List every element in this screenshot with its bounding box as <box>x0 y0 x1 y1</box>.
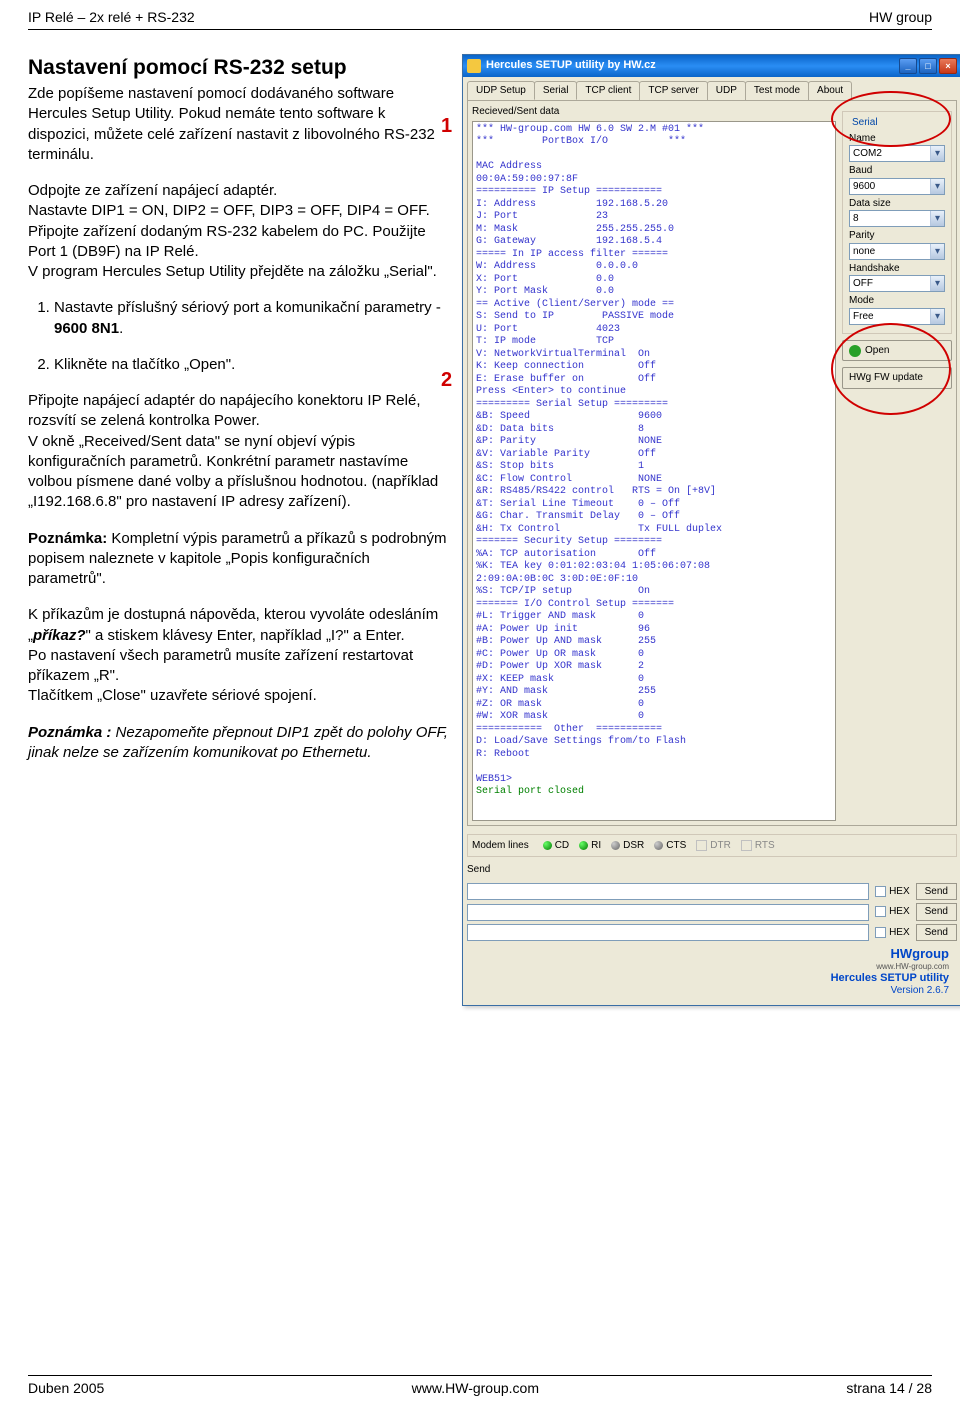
intro-paragraph: Zde popíšeme nastavení pomocí dodávaného… <box>28 84 448 165</box>
window-title: Hercules SETUP utility by HW.cz <box>486 58 656 73</box>
data-size-combo[interactable]: 8▾ <box>849 210 945 227</box>
p3: Připojte napájecí adaptér do napájecího … <box>28 391 448 513</box>
tab-tcp-server[interactable]: TCP server <box>639 81 707 101</box>
send-label: Send <box>467 863 957 877</box>
mode-label: Mode <box>849 294 945 308</box>
tab-serial[interactable]: Serial <box>534 81 578 101</box>
setup-paragraph: Odpojte ze zařízení napájecí adaptér. Na… <box>28 181 448 282</box>
modem-lines-group: Modem lines CD RI DSR CTS DTR RTS <box>467 834 957 858</box>
chevron-down-icon: ▾ <box>930 146 944 161</box>
chevron-down-icon: ▾ <box>930 276 944 291</box>
header-right: HW group <box>869 8 932 27</box>
tab-about[interactable]: About <box>808 81 852 101</box>
port-name-combo[interactable]: COM2▾ <box>849 145 945 162</box>
hercules-window: 1 2 Hercules SETUP utility by HW.cz _ □ … <box>462 54 960 1006</box>
hex-checkbox-2[interactable]: HEX <box>875 905 910 919</box>
hex-checkbox-1[interactable]: HEX <box>875 885 910 899</box>
tab-udp-setup[interactable]: UDP Setup <box>467 81 535 101</box>
parity-combo[interactable]: none▾ <box>849 243 945 260</box>
send-button-2[interactable]: Send <box>916 903 957 921</box>
footer-left: Duben 2005 <box>28 1379 104 1398</box>
parity-label: Parity <box>849 229 945 243</box>
tab-test-mode[interactable]: Test mode <box>745 81 809 101</box>
name-label: Name <box>849 132 945 146</box>
note-1: Poznámka: Kompletní výpis parametrů a př… <box>28 529 448 590</box>
led-cd: CD <box>543 839 569 853</box>
led-dsr: DSR <box>611 839 644 853</box>
send-button-1[interactable]: Send <box>916 883 957 901</box>
rts-checkbox[interactable]: RTS <box>741 839 775 853</box>
chevron-down-icon: ▾ <box>930 211 944 226</box>
send-button-3[interactable]: Send <box>916 924 957 942</box>
modem-lines-label: Modem lines <box>472 839 529 853</box>
app-icon <box>467 59 481 73</box>
maximize-button[interactable]: □ <box>919 58 937 74</box>
callout-1: 1 <box>441 113 452 140</box>
step-2: Klikněte na tlačítko „Open". <box>54 355 448 375</box>
handshake-label: Handshake <box>849 262 945 276</box>
received-sent-label: Recieved/Sent data <box>472 105 836 119</box>
chevron-down-icon: ▾ <box>930 244 944 259</box>
help-paragraph: K příkazům je dostupná nápověda, kterou … <box>28 605 448 706</box>
baud-combo[interactable]: 9600▾ <box>849 178 945 195</box>
handshake-combo[interactable]: OFF▾ <box>849 275 945 292</box>
terminal-output[interactable]: *** HW-group.com HW 6.0 SW 2.M #01 *** *… <box>472 121 836 821</box>
connect-icon <box>849 345 861 357</box>
dtr-checkbox[interactable]: DTR <box>696 839 731 853</box>
baud-label: Baud <box>849 164 945 178</box>
send-input-2[interactable] <box>467 904 869 921</box>
fw-update-button[interactable]: HWg FW update <box>842 367 952 389</box>
hex-checkbox-3[interactable]: HEX <box>875 926 910 940</box>
footer-center: www.HW-group.com <box>412 1379 539 1398</box>
tab-udp[interactable]: UDP <box>707 81 746 101</box>
open-button[interactable]: Open <box>842 340 952 362</box>
minimize-button[interactable]: _ <box>899 58 917 74</box>
header-left: IP Relé – 2x relé + RS-232 <box>28 8 195 27</box>
led-ri: RI <box>579 839 601 853</box>
chevron-down-icon: ▾ <box>930 309 944 324</box>
note-2: Poznámka : Nezapomeňte přepnout DIP1 zpě… <box>28 723 448 764</box>
data-size-label: Data size <box>849 197 945 211</box>
send-input-3[interactable] <box>467 924 869 941</box>
mode-combo[interactable]: Free▾ <box>849 308 945 325</box>
send-input-1[interactable] <box>467 883 869 900</box>
chevron-down-icon: ▾ <box>930 179 944 194</box>
tab-tcp-client[interactable]: TCP client <box>576 81 640 101</box>
callout-2: 2 <box>441 367 452 394</box>
brand-box: HWgroup www.HW-group.com Hercules SETUP … <box>831 946 949 996</box>
led-cts: CTS <box>654 839 686 853</box>
footer-right: strana 14 / 28 <box>846 1379 932 1398</box>
section-title: Nastavení pomocí RS-232 setup <box>28 54 448 82</box>
step-1: Nastavte příslušný sériový port a komuni… <box>54 298 448 339</box>
serial-group-label: Serial <box>849 116 881 130</box>
close-button[interactable]: × <box>939 58 957 74</box>
